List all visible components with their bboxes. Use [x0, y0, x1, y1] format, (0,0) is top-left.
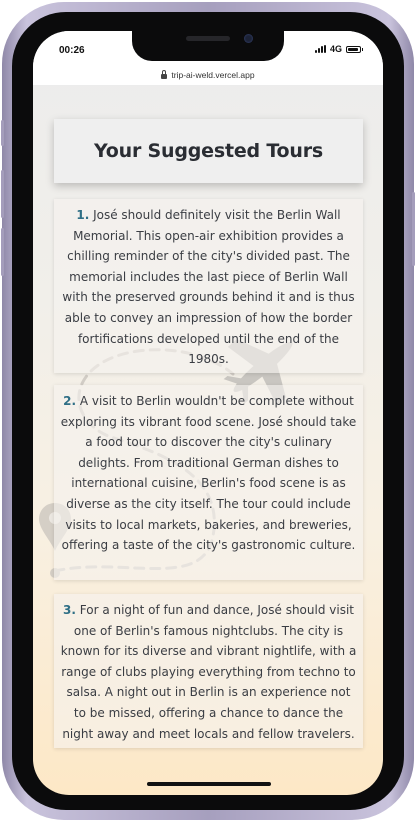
title-card: Your Suggested Tours — [54, 119, 363, 183]
tour-card: 3. For a night of fun and dance, José sh… — [54, 594, 363, 748]
tour-card: 1. José should definitely visit the Berl… — [54, 199, 363, 373]
tour-description: A visit to Berlin wouldn't be complete w… — [60, 394, 357, 553]
status-time: 00:26 — [59, 45, 85, 56]
volume-up-button — [1, 170, 4, 218]
front-camera — [244, 34, 253, 43]
volume-down-button — [1, 228, 4, 276]
tour-number: 1. — [76, 208, 90, 222]
power-button — [412, 192, 415, 266]
status-indicators: 4G — [314, 44, 363, 54]
tours-page: Your Suggested Tours 1. José should defi… — [33, 31, 383, 795]
page-title: Your Suggested Tours — [93, 140, 324, 162]
url-text[interactable]: trip-ai-weld.vercel.app — [171, 70, 254, 80]
notch — [132, 31, 284, 61]
network-type: 4G — [329, 44, 342, 54]
tour-number: 2. — [63, 394, 77, 408]
mute-switch — [1, 120, 4, 146]
speaker-grille — [186, 36, 230, 41]
lock-icon — [161, 70, 168, 79]
battery-icon — [346, 45, 363, 53]
home-indicator[interactable] — [147, 782, 271, 786]
tour-description: For a night of fun and dance, José shoul… — [60, 603, 357, 741]
tour-description: José should definitely visit the Berlin … — [62, 208, 355, 367]
browser-address-bar[interactable]: trip-ai-weld.vercel.app — [33, 65, 383, 86]
phone-screen: 00:26 4G trip-ai-weld.vercel.app Your Su… — [33, 31, 383, 795]
signal-icon — [314, 45, 326, 53]
tour-number: 3. — [63, 603, 76, 617]
tour-card: 2. A visit to Berlin wouldn't be complet… — [54, 385, 363, 580]
